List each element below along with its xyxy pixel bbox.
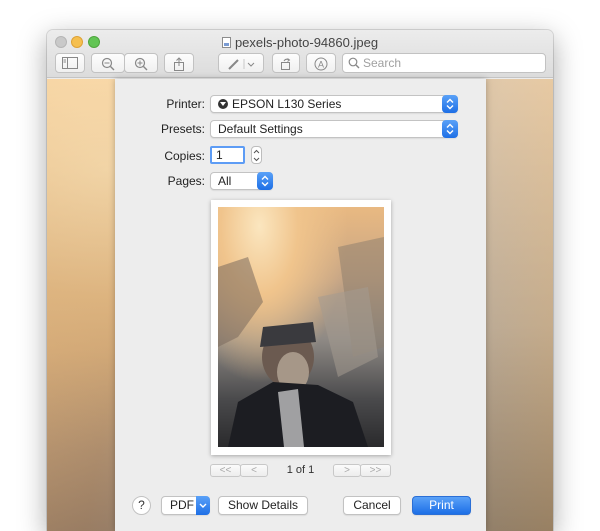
- zoom-in-icon: [134, 57, 148, 71]
- pages-popup[interactable]: All: [210, 172, 273, 190]
- printer-label: Printer:: [166, 97, 205, 111]
- markup-pen-icon: [228, 59, 255, 70]
- share-button[interactable]: [164, 53, 194, 73]
- popup-arrows-icon: [442, 95, 458, 113]
- search-field[interactable]: Search: [342, 53, 546, 73]
- popup-arrows-icon: [257, 172, 273, 190]
- pages-label: Pages:: [167, 174, 205, 188]
- print-dialog: Printer: EPSON L130 Series Presets: Defa…: [115, 79, 486, 531]
- pages-value: All: [218, 174, 232, 188]
- title-bar: pexels-photo-94860.jpeg A Search: [47, 30, 553, 78]
- copies-stepper[interactable]: [251, 146, 262, 164]
- printer-status-icon: [218, 99, 228, 109]
- annotate-button[interactable]: A: [306, 53, 336, 73]
- print-preview-page: [211, 200, 391, 455]
- printer-value: EPSON L130 Series: [232, 97, 342, 111]
- pdf-menu-button[interactable]: PDF: [161, 496, 210, 515]
- chevron-down-icon: [196, 496, 210, 515]
- presets-value: Default Settings: [218, 122, 303, 136]
- zoom-in-button[interactable]: [124, 53, 158, 73]
- copies-field[interactable]: 1: [210, 146, 245, 164]
- zoom-out-icon: [101, 57, 115, 71]
- zoom-out-button[interactable]: [91, 53, 125, 73]
- show-details-button[interactable]: Show Details: [218, 496, 308, 515]
- preview-photo: [218, 207, 384, 447]
- print-button[interactable]: Print: [412, 496, 471, 515]
- pdf-label: PDF: [170, 498, 194, 512]
- cancel-button[interactable]: Cancel: [343, 496, 401, 515]
- search-icon: [348, 57, 360, 69]
- window-title: pexels-photo-94860.jpeg: [47, 35, 553, 50]
- stepper-arrows-icon: [253, 149, 260, 162]
- rotate-icon: [281, 58, 291, 70]
- sidebar-toggle-button[interactable]: [55, 53, 85, 73]
- background-photo-left: [47, 79, 117, 531]
- preview-window: pexels-photo-94860.jpeg A Search Printer…: [47, 30, 553, 531]
- image-canvas: Printer: EPSON L130 Series Presets: Defa…: [47, 79, 553, 531]
- page-indicator: 1 of 1: [286, 464, 315, 476]
- document-icon: [221, 37, 231, 48]
- background-photo-right: [483, 79, 553, 531]
- rotate-button[interactable]: [272, 53, 300, 73]
- last-page-button[interactable]: >>: [360, 464, 391, 477]
- copies-label: Copies:: [164, 149, 205, 163]
- help-button[interactable]: ?: [132, 496, 151, 515]
- presets-popup[interactable]: Default Settings: [210, 120, 458, 138]
- search-placeholder: Search: [363, 56, 402, 70]
- presets-label: Presets:: [160, 122, 205, 136]
- annotate-circle-icon: A: [314, 57, 328, 71]
- window-title-text: pexels-photo-94860.jpeg: [234, 35, 379, 50]
- share-icon: [174, 57, 184, 71]
- popup-arrows-icon: [442, 120, 458, 138]
- markup-button[interactable]: [218, 53, 264, 73]
- next-page-button[interactable]: >: [333, 464, 361, 477]
- sidebar-icon: [62, 57, 78, 69]
- printer-popup[interactable]: EPSON L130 Series: [210, 95, 458, 113]
- svg-text:A: A: [318, 60, 324, 70]
